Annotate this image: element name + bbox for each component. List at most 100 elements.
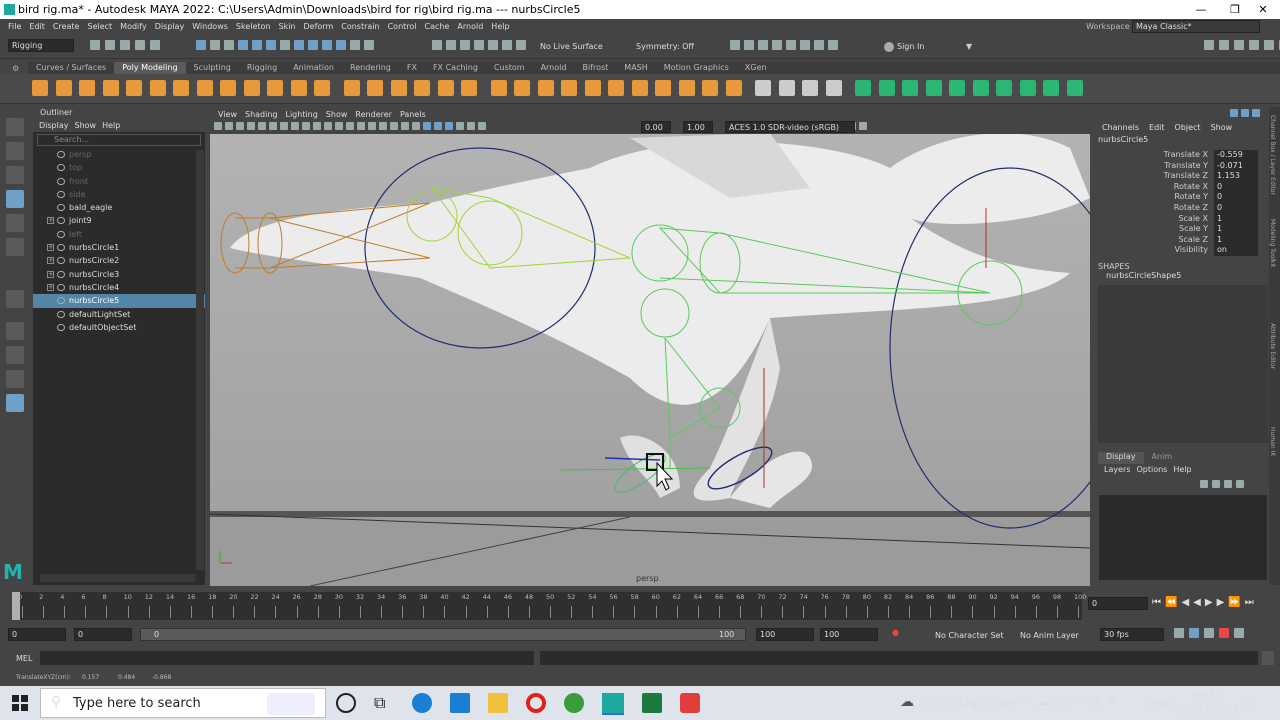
shelf-tab-0[interactable]: Curves / Surfaces (28, 62, 114, 74)
shelf-tab-4[interactable]: Animation (285, 62, 342, 74)
play-forward-icon[interactable]: ▶ (1205, 597, 1213, 608)
viewport-tool-3-icon[interactable] (247, 122, 255, 130)
cortana-icon[interactable] (336, 693, 356, 713)
select-hierarchy-icon[interactable] (196, 40, 206, 50)
shelf-tool-3-icon[interactable] (102, 80, 119, 96)
viewport-tool-24-icon[interactable] (478, 122, 486, 130)
battery-icon[interactable]: ▭ (1058, 694, 1069, 708)
step-back-key-icon[interactable]: ⏪ (1165, 597, 1177, 608)
volume-icon[interactable]: ♪ (1093, 694, 1101, 708)
time-slider[interactable]: 0 2 4 6 8 10 12 14 16 18 20 22 24 26 28 30 32 34 36 38 40 42 4… (12, 592, 1086, 620)
shelf-tool-1-icon[interactable] (55, 80, 72, 96)
viewport-tool-15-icon[interactable] (379, 122, 387, 130)
shelf-tab-3[interactable]: Rigging (239, 62, 285, 74)
animation-end-field[interactable]: 100 (820, 628, 878, 641)
viewport[interactable]: persp (210, 108, 1090, 586)
channel-value-field[interactable]: 1 (1214, 213, 1258, 225)
viewport-menu-panels[interactable]: Panels (400, 110, 426, 119)
persp-graph-layout-icon[interactable] (6, 394, 24, 412)
channel-value-field[interactable]: 0 (1214, 181, 1258, 193)
viewport-menu-show[interactable]: Show (326, 110, 348, 119)
channel-value-field[interactable]: 1 (1214, 224, 1258, 235)
anim-layer-label[interactable]: No Anim Layer (1020, 631, 1079, 640)
menu-skeleton[interactable]: Skeleton (236, 22, 271, 31)
channel-row[interactable]: Rotate Z 0 (1096, 202, 1280, 214)
clock-date[interactable]: 05-07-2022 (1180, 705, 1238, 716)
channel-row[interactable]: Translate X -0.559 (1096, 150, 1280, 161)
viewport-tool-13-icon[interactable] (357, 122, 365, 130)
language-label[interactable]: ENG (1150, 697, 1174, 710)
outliner-menu-show[interactable]: Show (75, 121, 97, 130)
outliner-item-nurbscircle1[interactable]: + nurbsCircle1 (33, 241, 205, 254)
menu-constrain[interactable]: Constrain (341, 22, 379, 31)
menu-windows[interactable]: Windows (192, 22, 228, 31)
shelf-tool-26-icon[interactable] (655, 80, 671, 96)
character-set-label[interactable]: No Character Set (935, 631, 1004, 640)
shelf-tool-37-icon[interactable] (925, 80, 942, 96)
scene-view[interactable] (210, 108, 1090, 586)
cache-icon[interactable] (1204, 628, 1214, 638)
snap-to-curve-icon[interactable] (446, 40, 456, 50)
chrome-icon[interactable] (564, 693, 584, 713)
workspace-dropdown[interactable]: Maya Classic* (1132, 20, 1260, 33)
tool-settings-icon[interactable] (1234, 40, 1244, 50)
colorspace-dropdown[interactable]: ACES 1.0 SDR-video (sRGB) (725, 121, 855, 133)
shelf-tool-35-icon[interactable] (878, 80, 895, 96)
side-tab[interactable]: Channel Box / Layer Editor (1269, 115, 1276, 205)
gear-icon[interactable]: ⚙ (12, 64, 19, 73)
viewport-tool-0-icon[interactable] (214, 122, 222, 130)
attribute-editor-icon[interactable] (1219, 40, 1229, 50)
current-frame-field[interactable]: 0 (1088, 597, 1148, 610)
undo-icon[interactable] (135, 40, 145, 50)
outliner-toggle-icon[interactable] (1264, 40, 1274, 50)
command-input[interactable] (40, 651, 534, 665)
shelf-tab-6[interactable]: FX (399, 62, 425, 74)
shelf-tab-8[interactable]: Custom (486, 62, 533, 74)
viewport-menu-view[interactable]: View (218, 110, 237, 119)
shelf-tool-10-icon[interactable] (267, 80, 283, 96)
shelf-tool-22-icon[interactable] (561, 80, 577, 96)
viewport-tool-6-icon[interactable] (280, 122, 288, 130)
playback-end-field[interactable]: 100 (756, 628, 814, 641)
channel-row[interactable]: Scale Y 1 (1096, 224, 1280, 235)
outliner-item-defaultobjectset[interactable]: defaultObjectSet (33, 321, 205, 334)
current-time-indicator[interactable] (12, 592, 20, 620)
excel-icon[interactable] (642, 693, 662, 713)
persp-outliner-layout-icon[interactable] (6, 370, 24, 388)
clock-time[interactable]: 09:13 (1192, 690, 1221, 701)
playback-start-field[interactable]: 0 (74, 628, 132, 641)
minimize-button[interactable]: — (1184, 0, 1218, 19)
expand-icon[interactable]: + (47, 283, 54, 291)
maya-taskbar-icon[interactable] (602, 693, 624, 715)
shelf-tab-13[interactable]: XGen (737, 62, 775, 74)
channel-value-field[interactable]: 1 (1214, 234, 1258, 246)
menu-skin[interactable]: Skin (279, 22, 296, 31)
snap-to-projected-icon[interactable] (474, 40, 484, 50)
menu-select[interactable]: Select (87, 22, 112, 31)
lock-icon[interactable] (350, 40, 360, 50)
shelf-tool-41-icon[interactable] (1019, 80, 1036, 96)
menu-edit[interactable]: Edit (29, 22, 45, 31)
rotate-tool-icon[interactable] (6, 214, 24, 232)
shelf-tool-25-icon[interactable] (631, 80, 648, 96)
viewport-menu-shading[interactable]: Shading (245, 110, 278, 119)
shelf-tool-20-icon[interactable] (514, 80, 530, 96)
preferences-icon[interactable] (1234, 628, 1244, 638)
snap-view-icon[interactable] (322, 40, 332, 50)
layer-tab-anim[interactable]: Anim (1144, 452, 1181, 464)
channel-icon-2[interactable] (1241, 109, 1249, 117)
channel-value-field[interactable]: 0 (1214, 192, 1258, 203)
viewport-tool-7-icon[interactable] (291, 122, 299, 130)
sign-in-link[interactable]: Sign In (897, 42, 924, 51)
viewport-tool-21-icon[interactable] (445, 122, 453, 130)
shelf-tool-19-icon[interactable] (490, 80, 507, 96)
shelf-tool-42-icon[interactable] (1043, 80, 1059, 96)
shelf-tool-28-icon[interactable] (702, 80, 718, 96)
shelf-tool-5-icon[interactable] (149, 80, 166, 96)
scale-tool-icon[interactable] (6, 238, 24, 256)
step-forward-frame-icon[interactable]: ▶︎ (1217, 597, 1225, 608)
menu-deform[interactable]: Deform (304, 22, 334, 31)
viewport-tool-2-icon[interactable] (236, 122, 244, 130)
shelf-tool-2-icon[interactable] (79, 80, 95, 96)
channel-row[interactable]: Translate Y -0.071 (1096, 160, 1280, 172)
